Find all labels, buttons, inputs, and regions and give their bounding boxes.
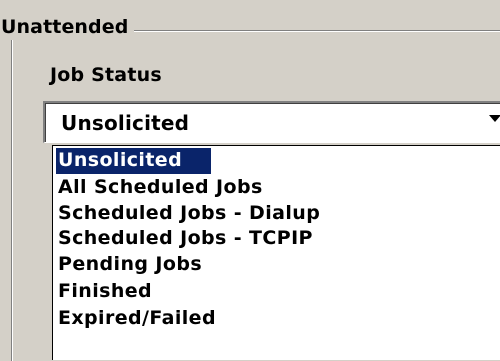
- option-expired-failed[interactable]: Expired/Failed: [56, 306, 216, 332]
- unattended-panel: Unattended Job Status Unsolicited Unsoli…: [0, 0, 500, 361]
- chevron-down-icon[interactable]: [489, 115, 500, 122]
- combobox-selected-value: Unsolicited: [61, 111, 190, 135]
- option-finished[interactable]: Finished: [56, 279, 152, 305]
- option-all-scheduled-jobs[interactable]: All Scheduled Jobs: [56, 175, 263, 201]
- groupbox-title: Unattended: [0, 14, 135, 40]
- option-unsolicited[interactable]: Unsolicited: [56, 148, 211, 174]
- job-status-combobox[interactable]: Unsolicited: [43, 101, 500, 143]
- option-scheduled-jobs-dialup[interactable]: Scheduled Jobs - Dialup: [56, 201, 320, 227]
- option-pending-jobs[interactable]: Pending Jobs: [56, 252, 202, 278]
- option-scheduled-jobs-tcpip[interactable]: Scheduled Jobs - TCPIP: [56, 226, 313, 252]
- job-status-label: Job Status: [50, 64, 162, 86]
- job-status-dropdown-list[interactable]: Unsolicited All Scheduled Jobs Scheduled…: [52, 145, 500, 360]
